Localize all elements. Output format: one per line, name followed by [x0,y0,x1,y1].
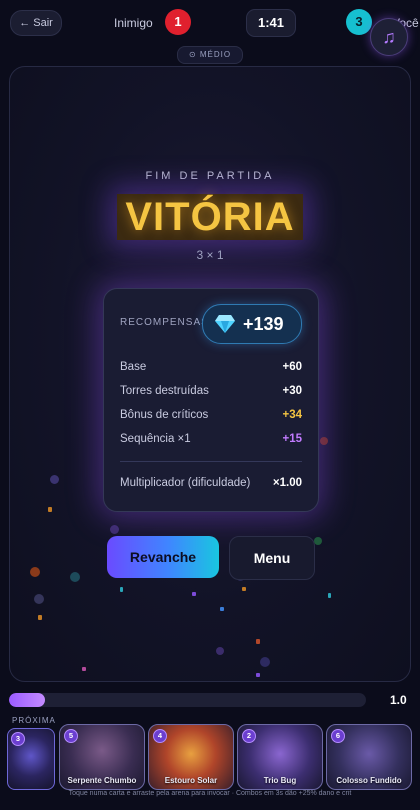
confetti-piece [120,587,123,592]
music-note-icon: ♫ [382,26,396,47]
reward-total-pill: +139 [202,304,302,344]
multiplier-label: Multiplicador (dificuldade) [120,477,251,489]
victory-title: VITÓRIA [117,194,303,240]
card-name: Estouro Solar [164,776,218,785]
hand-card[interactable]: 4 Estouro Solar [148,724,234,790]
reward-row-value: +30 [282,385,302,397]
confetti-piece [256,639,260,644]
confetti-dot [110,525,119,534]
card-cost-badge: 5 [64,729,78,743]
reward-row-value: +60 [282,361,302,373]
match-end-heading: FIM DE PARTIDA [145,170,275,182]
confetti-dot [314,537,322,545]
confetti-piece [82,667,86,671]
reward-row-value: +34 [282,409,302,421]
multiplier-value: ×1.00 [272,477,302,489]
rewards-divider [120,461,302,462]
gameplay-hint: Toque numa carta e arraste pela arena pa… [68,790,352,797]
music-toggle-button[interactable]: ♫ [370,18,408,56]
reward-row-label: Bônus de críticos [120,409,209,421]
next-card: 3 [7,728,55,790]
match-timer: 1:41 [246,9,296,37]
rematch-button[interactable]: Revanche [107,536,219,578]
reward-row: Sequência ×1 +15 [120,433,302,449]
energy-value: 1.0 [390,693,407,707]
reward-row: Bônus de críticos +34 [120,409,302,425]
confetti-dot [50,475,59,484]
next-card-label: PRÓXIMA [12,716,56,725]
confetti-piece [256,673,260,677]
confetti-piece [48,507,52,512]
confetti-dot [216,647,224,655]
multiplier-row: Multiplicador (dificuldade) ×1.00 [120,477,302,493]
confetti-piece [192,592,196,596]
energy-bar-fill [9,693,45,707]
card-name: Serpente Chumbo [67,776,137,785]
energy-bar [9,693,366,707]
player-score-badge: 3 [346,9,372,35]
hand-card[interactable]: 5 Serpente Chumbo [59,724,145,790]
confetti-dot [320,437,328,445]
reward-row-label: Base [120,361,147,373]
confetti-dot [260,657,270,667]
reward-row: Torres destruídas +30 [120,385,302,401]
difficulty-badge: ⊙ MÉDIO [177,46,243,64]
rewards-label: RECOMPENSAS [120,317,209,328]
enemy-score-badge: 1 [165,9,191,35]
confetti-dot [34,594,44,604]
hand-card[interactable]: 2 Trio Bug [237,724,323,790]
card-cost-badge: 2 [242,729,256,743]
diamond-icon [215,315,235,333]
reward-row-value: +15 [282,433,302,445]
reward-row: Base +60 [120,361,302,377]
card-cost-badge: 6 [331,729,345,743]
final-score: 3 × 1 [196,248,224,262]
card-cost-badge: 4 [153,729,167,743]
rewards-panel: RECOMPENSAS +139 Base +60 Torres destruí… [103,288,319,512]
reward-row-label: Sequência ×1 [120,433,191,445]
confetti-piece [328,593,331,598]
hand-card[interactable]: 6 Colosso Fundido [326,724,412,790]
exit-button[interactable]: ← Sair [10,10,62,36]
confetti-dot [70,572,80,582]
top-bar: ← Sair Inimigo 1 1:41 3 Você ♫ [0,0,420,56]
confetti-piece [38,615,42,620]
card-name: Trio Bug [263,776,297,785]
reward-total: +139 [243,314,284,334]
card-cost-badge: 3 [11,732,25,746]
card-name: Colosso Fundido [336,776,402,785]
enemy-label: Inimigo [114,16,153,30]
victory-title-wrap: VITÓRIA [117,194,303,240]
reward-row-label: Torres destruídas [120,385,209,397]
menu-button[interactable]: Menu [229,536,315,580]
confetti-piece [220,607,224,611]
confetti-dot [30,567,40,577]
confetti-piece [242,587,246,591]
